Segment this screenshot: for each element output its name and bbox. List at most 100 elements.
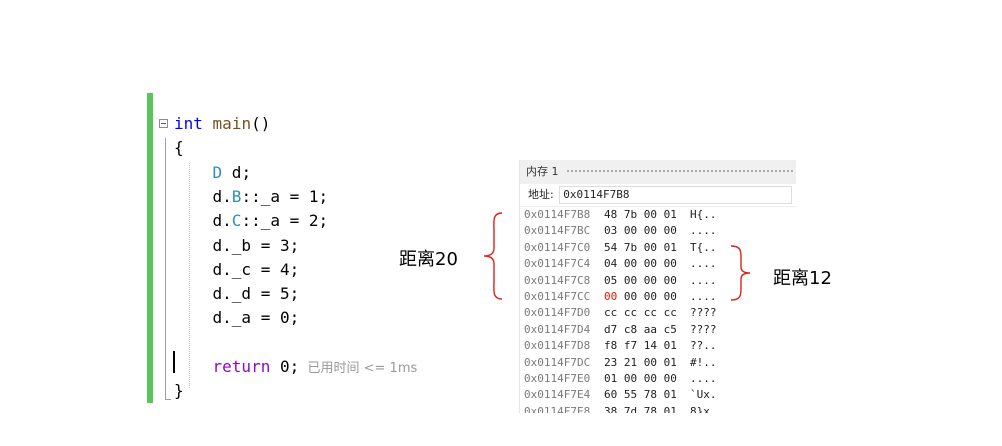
outlining-end <box>165 399 171 400</box>
memory-address: 0x0114F7CC <box>524 290 591 303</box>
byte-group: 38 7d 78 01 <box>604 404 677 413</box>
memory-window-title: 内存 1 <box>526 165 559 178</box>
perf-tip-hint[interactable]: 已用时间 <= 1ms <box>299 361 417 376</box>
memory-bytes[interactable]: 04 00 00 00 <box>604 256 677 272</box>
memory-ascii: .... <box>690 372 717 385</box>
memory-bytes[interactable]: 01 00 00 00 <box>604 371 677 387</box>
byte-group: f8 f7 14 01 <box>604 339 677 353</box>
memory-ascii: .... <box>690 224 717 238</box>
code-line[interactable]: D d; <box>174 161 252 185</box>
code-token: d._c = 4; <box>174 259 300 279</box>
memory-address: 0x0114F7D4 <box>524 322 591 336</box>
code-token: B <box>231 186 242 206</box>
memory-ascii: ???? <box>690 322 717 336</box>
byte-group: 01 00 00 00 <box>604 372 677 385</box>
memory-bytes[interactable]: 00 00 00 00 <box>604 289 677 305</box>
code-token: d._a = 0; <box>174 308 300 328</box>
right-brace-path <box>730 245 751 301</box>
code-line[interactable]: d._b = 3; <box>174 234 300 258</box>
memory-ascii: ???? <box>690 306 717 320</box>
code-token: 0; <box>270 357 300 376</box>
memory-ascii: .... <box>690 257 717 271</box>
memory-address: 0x0114F7C8 <box>524 273 591 287</box>
memory-bytes[interactable]: cc cc cc cc <box>604 305 677 321</box>
code-token: ::_a = 2; <box>241 211 329 231</box>
code-token: D <box>212 162 223 182</box>
code-line[interactable]: d.C::_a = 2; <box>174 209 329 233</box>
memory-ascii: `Ux. <box>690 388 717 402</box>
memory-ascii: .... <box>690 273 717 287</box>
memory-bytes[interactable]: 03 00 00 00 <box>604 223 677 239</box>
byte-group: cc cc cc cc <box>604 306 677 320</box>
code-token: int <box>174 114 203 133</box>
right-distance-label: 距离12 <box>773 268 832 289</box>
byte-group: 48 7b 00 01 <box>604 208 677 221</box>
memory-address: 0x0114F7D0 <box>524 306 591 320</box>
memory-bytes[interactable]: 48 7b 00 01 <box>604 207 677 223</box>
byte-group: 05 00 00 00 <box>604 273 677 287</box>
memory-address: 0x0114F7D8 <box>524 339 591 353</box>
memory-ascii: T{.. <box>690 240 717 254</box>
memory-address: 0x0114F7E4 <box>524 388 591 402</box>
drag-grip-icon[interactable] <box>566 169 794 174</box>
code-line[interactable]: d._a = 0; <box>174 306 300 330</box>
memory-address: 0x0114F7E8 <box>524 404 591 413</box>
memory-ascii: #!.. <box>690 355 717 369</box>
changed-byte: 00 <box>604 290 618 303</box>
memory-ascii: ??.. <box>690 339 717 353</box>
memory-bytes[interactable]: 60 55 78 01 <box>604 387 677 403</box>
collapse-toggle-icon[interactable] <box>159 119 168 128</box>
memory-bytes[interactable]: 54 7b 00 01 <box>604 240 677 256</box>
memory-address: 0x0114F7C0 <box>524 240 591 254</box>
code-token: ::_a = 1; <box>241 186 329 206</box>
memory-address: 0x0114F7C4 <box>524 257 591 271</box>
memory-address: 0x0114F7E0 <box>524 372 591 385</box>
code-line[interactable]: return 0; 已用时间 <= 1ms <box>174 355 418 379</box>
memory-bytes[interactable]: 23 21 00 01 <box>604 355 677 371</box>
code-token: C <box>231 211 242 231</box>
code-token: () <box>251 114 271 133</box>
code-token: d. <box>174 211 232 231</box>
byte-group: d7 c8 aa c5 <box>604 322 677 336</box>
text-cursor <box>173 351 175 373</box>
code-line[interactable]: { <box>174 136 184 160</box>
left-brace-path <box>483 212 503 300</box>
memory-bytes[interactable]: 38 7d 78 01 <box>604 404 677 413</box>
memory-bytes[interactable]: d7 c8 aa c5 <box>604 322 677 338</box>
memory-address: 0x0114F7B8 <box>524 208 591 221</box>
byte-group: 04 00 00 00 <box>604 257 677 271</box>
memory-ascii: .... <box>690 290 717 303</box>
code-token: d._b = 3; <box>174 235 300 255</box>
code-token: main <box>212 114 252 133</box>
code-line[interactable]: d._c = 4; <box>174 258 300 282</box>
memory-bytes[interactable]: 05 00 00 00 <box>604 273 677 289</box>
byte-group: 00 00 00 <box>617 290 677 303</box>
byte-group: 54 7b 00 01 <box>604 240 677 254</box>
byte-group: 23 21 00 01 <box>604 355 677 369</box>
address-label: 地址: <box>528 188 554 201</box>
address-bar: 地址: 0x0114F7B8 <box>520 184 796 207</box>
code-token: return <box>212 357 271 376</box>
code-token: d; <box>222 162 252 182</box>
code-line[interactable]: d.B::_a = 1; <box>174 185 329 209</box>
memory-bytes[interactable]: f8 f7 14 01 <box>604 338 677 354</box>
code-token: d._d = 5; <box>174 284 300 304</box>
address-input[interactable]: 0x0114F7B8 <box>559 186 793 204</box>
code-editor[interactable]: int main(){ D d; d.B::_a = 1; d.C::_a = … <box>147 93 522 403</box>
memory-window-title-bar[interactable]: 内存 1 <box>520 160 796 184</box>
memory-ascii: 8}x. <box>690 404 717 413</box>
code-token: { <box>174 138 184 158</box>
code-token: } <box>174 381 184 401</box>
byte-group: 03 00 00 00 <box>604 224 677 238</box>
code-line[interactable]: } <box>174 379 184 403</box>
change-tracking-bar <box>147 93 153 403</box>
memory-address: 0x0114F7DC <box>524 355 591 369</box>
code-line[interactable]: int main() <box>174 112 270 136</box>
code-line[interactable]: d._d = 5; <box>174 282 300 306</box>
code-token: d. <box>174 186 232 206</box>
byte-group: 60 55 78 01 <box>604 388 677 402</box>
left-brace <box>483 212 503 300</box>
